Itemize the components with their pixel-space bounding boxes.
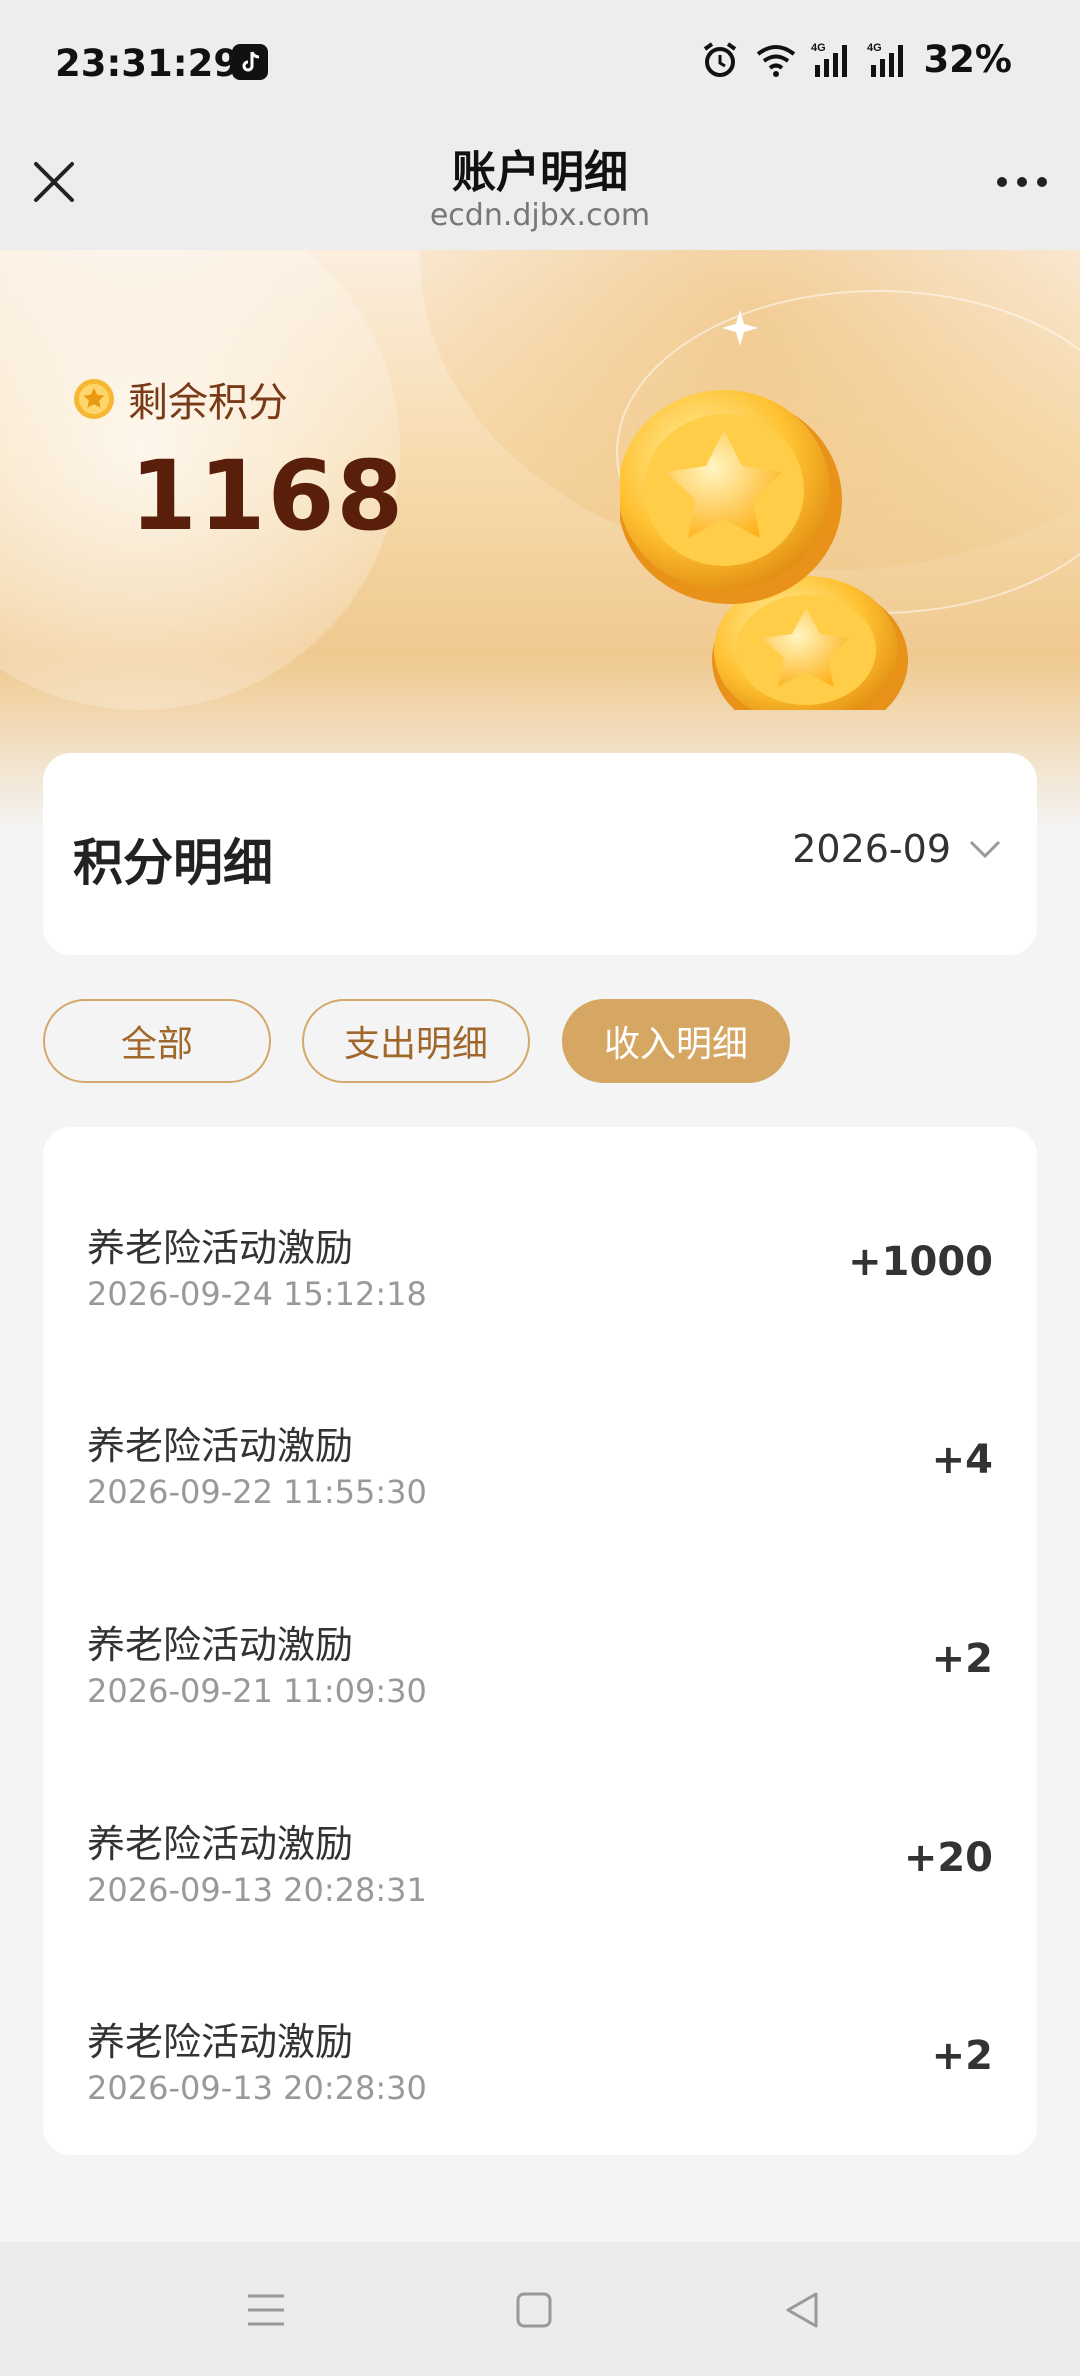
system-nav-bar (0, 2242, 1080, 2376)
status-bar: 23:31:29 4G 4G 32% (0, 0, 1080, 126)
points-label: 剩余积分 (128, 380, 288, 426)
points-detail-title: 积分明细 (73, 834, 273, 892)
more-options-icon[interactable] (992, 160, 1052, 204)
record-date: 2026-09-22 11:55:30 (87, 1473, 427, 1511)
month-value: 2026-09 (792, 827, 951, 871)
signal-4g-icon-2: 4G (867, 42, 904, 77)
records-list: 养老险活动激励 2026-09-24 15:12:18 +1000 养老险活动激… (43, 1127, 1037, 2155)
coin-icon (74, 379, 114, 419)
record-date: 2026-09-24 15:12:18 (87, 1275, 427, 1313)
record-name: 养老险活动激励 (87, 1226, 354, 1270)
tab-expense[interactable]: 支出明细 (302, 999, 530, 1083)
record-name: 养老险活动激励 (87, 1424, 354, 1468)
wifi-icon (757, 44, 796, 77)
page-title: 账户明细 (452, 147, 628, 198)
month-selector[interactable]: 2026-09 (792, 827, 1003, 871)
points-balance: 1168 (130, 440, 406, 552)
list-item[interactable]: 养老险活动激励 2026-09-13 20:28:31 +20 (43, 1723, 1037, 1921)
title-bar: 账户明细 ecdn.djbx.com (0, 126, 1080, 250)
svg-text:4G: 4G (867, 42, 882, 54)
record-date: 2026-09-21 11:09:30 (87, 1672, 427, 1710)
record-name: 养老险活动激励 (87, 2020, 354, 2064)
record-date: 2026-09-13 20:28:31 (87, 1871, 427, 1909)
record-amount: +2 (931, 1636, 993, 1682)
record-amount: +1000 (848, 1239, 993, 1285)
record-amount: +4 (931, 1437, 993, 1483)
record-name: 养老险活动激励 (87, 1623, 354, 1667)
points-detail-header: 积分明细 2026-09 (43, 753, 1037, 955)
tab-income[interactable]: 收入明细 (562, 999, 790, 1083)
record-amount: +20 (903, 1835, 993, 1881)
record-name: 养老险活动激励 (87, 1822, 354, 1866)
list-item[interactable]: 养老险活动激励 2026-09-13 20:28:30 +2 (43, 1921, 1037, 2119)
status-time: 23:31:29 (55, 42, 240, 85)
svg-text:4G: 4G (811, 42, 826, 54)
signal-4g-icon: 4G (811, 42, 848, 77)
page-url: ecdn.djbx.com (429, 198, 651, 233)
list-item[interactable]: 养老险活动激励 2026-09-21 11:09:30 +2 (43, 1524, 1037, 1722)
menu-icon[interactable] (244, 2288, 288, 2332)
record-date: 2026-09-13 20:28:30 (87, 2069, 427, 2107)
home-icon[interactable] (512, 2288, 556, 2332)
points-label-row: 剩余积分 (72, 370, 288, 428)
record-amount: +2 (931, 2033, 993, 2079)
tab-all[interactable]: 全部 (43, 999, 271, 1083)
chevron-down-icon (969, 840, 1001, 859)
tiktok-icon (232, 44, 268, 80)
list-item[interactable]: 养老险活动激励 2026-09-22 11:55:30 +4 (43, 1325, 1037, 1523)
battery-level: 32% (923, 38, 1012, 81)
gold-coins-illustration (620, 310, 908, 710)
list-item[interactable]: 养老险活动激励 2026-09-24 15:12:18 +1000 (43, 1127, 1037, 1325)
points-hero-banner: 剩余积分 1168 (0, 250, 1080, 830)
back-icon[interactable] (780, 2288, 824, 2332)
alarm-icon (704, 41, 737, 77)
